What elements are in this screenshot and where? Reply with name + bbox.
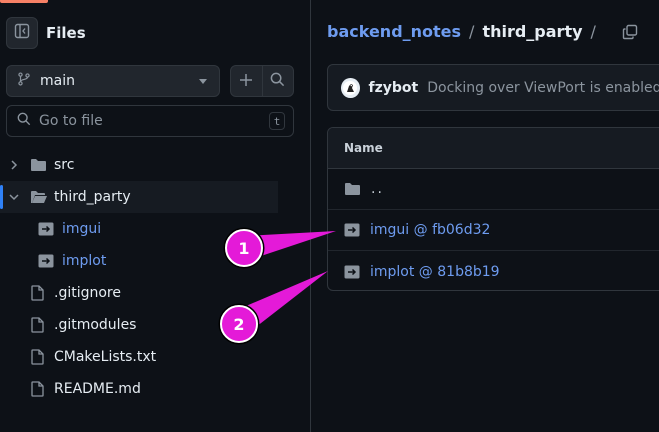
table-header-name: Name [328, 128, 659, 169]
file-icon [31, 285, 44, 301]
callout-badge-2: 2 [220, 305, 258, 343]
tree-item-label: .gitmodules [54, 317, 137, 333]
file-icon [31, 381, 44, 397]
chevron-down-icon [199, 78, 207, 84]
tree-item-src[interactable]: src [0, 149, 310, 181]
breadcrumb-repo-link[interactable]: backend_notes [327, 22, 461, 41]
tree-item-gitignore[interactable]: .gitignore [0, 277, 310, 309]
open-folder-icon [30, 190, 48, 204]
copy-path-icon[interactable] [622, 24, 638, 40]
branch-selector[interactable]: main [6, 65, 220, 97]
file-tree: src third_party imgui implot .gitignore … [0, 149, 310, 405]
submodule-icon [38, 254, 54, 268]
collapse-sidebar-button[interactable] [6, 17, 38, 49]
chevron-down-icon[interactable] [9, 192, 19, 202]
search-placeholder: Go to file [39, 113, 103, 129]
row-name[interactable]: imgui @ fb06d32 [370, 222, 490, 238]
sidebar-actions [230, 65, 294, 97]
submodule-icon [344, 265, 360, 279]
go-to-file-input[interactable]: Go to file t [6, 105, 294, 137]
tree-item-third-party[interactable]: third_party [0, 181, 278, 213]
folder-icon [30, 158, 47, 172]
latest-commit-bar: fzybot Docking over ViewPort is enabled. [327, 64, 659, 111]
submodule-icon [344, 223, 360, 237]
submodule-icon [38, 222, 54, 236]
callout-badge-1: 1 [225, 229, 263, 267]
chevron-right-icon[interactable] [9, 160, 19, 170]
breadcrumb: backend_notes / third_party / [327, 22, 638, 41]
search-icon [17, 112, 31, 130]
breadcrumb-current: third_party [482, 22, 583, 41]
tree-item-label: third_party [54, 189, 131, 205]
search-icon [270, 72, 285, 91]
table-row-implot[interactable]: implot @ 81b8b19 [328, 251, 659, 290]
sidebar-header: Files [6, 17, 86, 49]
git-branch-icon [17, 72, 31, 90]
tree-item-cmakelists[interactable]: CMakeLists.txt [0, 341, 310, 373]
file-tree-sidebar: Files main Go to file t src third_party … [0, 0, 311, 432]
sidebar-title: Files [46, 24, 86, 42]
tree-item-imgui[interactable]: imgui [0, 213, 310, 245]
sidebar-collapse-icon [14, 23, 30, 43]
commit-author[interactable]: fzybot [369, 80, 419, 96]
add-file-button[interactable] [231, 66, 262, 96]
tree-item-gitmodules[interactable]: .gitmodules [0, 309, 310, 341]
tree-item-label: .gitignore [54, 285, 121, 301]
tree-item-label: src [54, 157, 75, 173]
tree-item-label: README.md [54, 381, 141, 397]
table-row-parent[interactable]: .. [328, 169, 659, 210]
file-table: Name .. imgui @ fb06d32 implot @ 81b8b19 [327, 127, 659, 291]
search-code-button[interactable] [261, 66, 293, 96]
avatar[interactable] [341, 77, 360, 98]
commit-message[interactable]: Docking over ViewPort is enabled. [427, 80, 659, 96]
tree-item-label: CMakeLists.txt [54, 349, 157, 365]
breadcrumb-separator: / [590, 22, 596, 41]
file-icon [31, 317, 44, 333]
keyboard-shortcut-hint: t [269, 112, 285, 130]
tree-item-implot[interactable]: implot [0, 245, 310, 277]
row-name[interactable]: implot @ 81b8b19 [370, 264, 500, 280]
breadcrumb-separator: / [469, 22, 475, 41]
tree-item-label: implot [62, 253, 107, 269]
file-icon [31, 349, 44, 365]
table-row-imgui[interactable]: imgui @ fb06d32 [328, 210, 659, 251]
folder-icon [344, 182, 361, 196]
plus-icon [239, 72, 253, 91]
row-name[interactable]: .. [371, 181, 384, 197]
tree-item-readme[interactable]: README.md [0, 373, 310, 405]
branch-name: main [40, 73, 75, 89]
tree-item-label: imgui [62, 221, 102, 237]
